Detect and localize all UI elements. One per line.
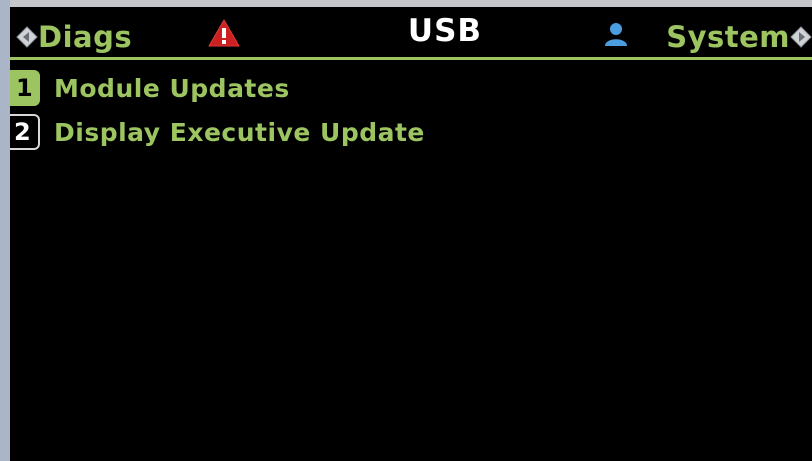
nav-next-system[interactable]: System <box>666 17 812 57</box>
user-icon[interactable] <box>603 21 629 47</box>
menu-item-label: Module Updates <box>54 73 290 103</box>
header-bar: Diags USB System <box>10 7 812 57</box>
chevron-left-icon <box>16 26 38 48</box>
chevron-right-icon <box>790 26 812 48</box>
nav-prev-label: Diags <box>38 20 133 54</box>
header-divider <box>10 57 812 60</box>
usb-menu-list: 1 Module Updates 2 Display Executive Upd… <box>10 68 800 156</box>
menu-item-number: 2 <box>10 114 40 150</box>
menu-item-display-executive-update[interactable]: 2 Display Executive Update <box>10 112 800 152</box>
menu-item-number: 1 <box>10 70 40 106</box>
page-title: USB <box>407 13 483 49</box>
menu-item-module-updates[interactable]: 1 Module Updates <box>10 68 800 108</box>
left-frame-edge <box>0 0 10 461</box>
menu-item-label: Display Executive Update <box>54 117 425 147</box>
top-frame-edge <box>0 0 812 7</box>
usb-screen: Diags USB System 1 Module Updates 2 Disp… <box>0 0 812 461</box>
nav-next-label: System <box>666 20 790 54</box>
nav-prev-diags[interactable]: Diags <box>16 17 132 57</box>
warning-icon[interactable] <box>207 18 241 48</box>
